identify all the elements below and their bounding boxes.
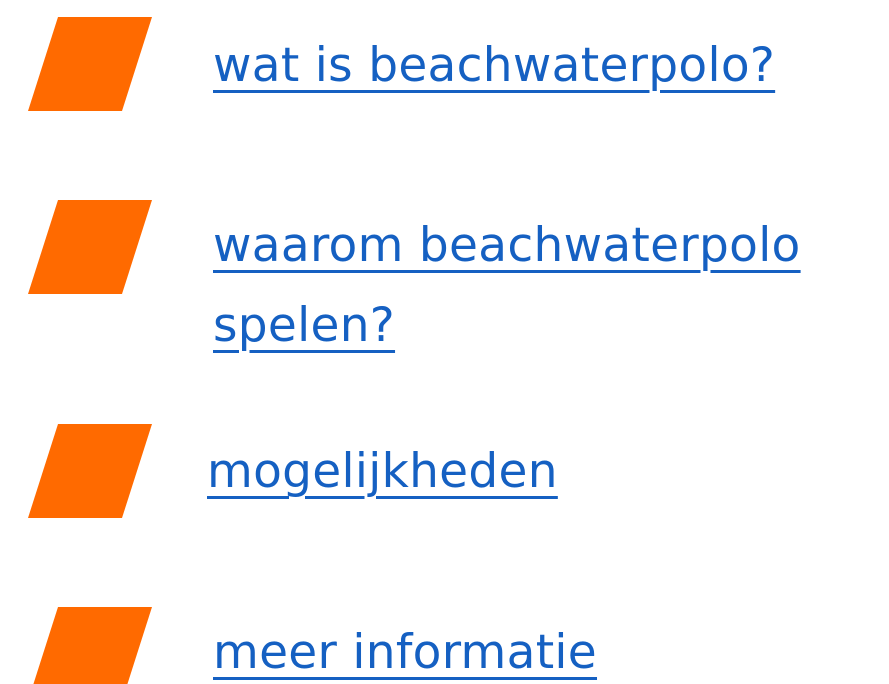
orange-parallelogram-icon	[28, 607, 152, 684]
link-wat-is-beachwaterpolo[interactable]: wat is beachwaterpolo?	[213, 42, 775, 89]
link-waarom-beachwaterpolo-spelen-line2[interactable]: spelen?	[213, 302, 395, 349]
link-meer-informatie[interactable]: meer informatie	[213, 629, 597, 676]
link-mogelijkheden[interactable]: mogelijkheden	[207, 448, 558, 495]
orange-parallelogram-icon	[28, 200, 152, 294]
nav-menu: wat is beachwaterpolo? waarom beachwater…	[0, 0, 889, 684]
orange-parallelogram-icon	[28, 17, 152, 111]
link-waarom-beachwaterpolo-spelen[interactable]: waarom beachwaterpolo	[213, 222, 801, 269]
orange-parallelogram-icon	[28, 424, 152, 518]
